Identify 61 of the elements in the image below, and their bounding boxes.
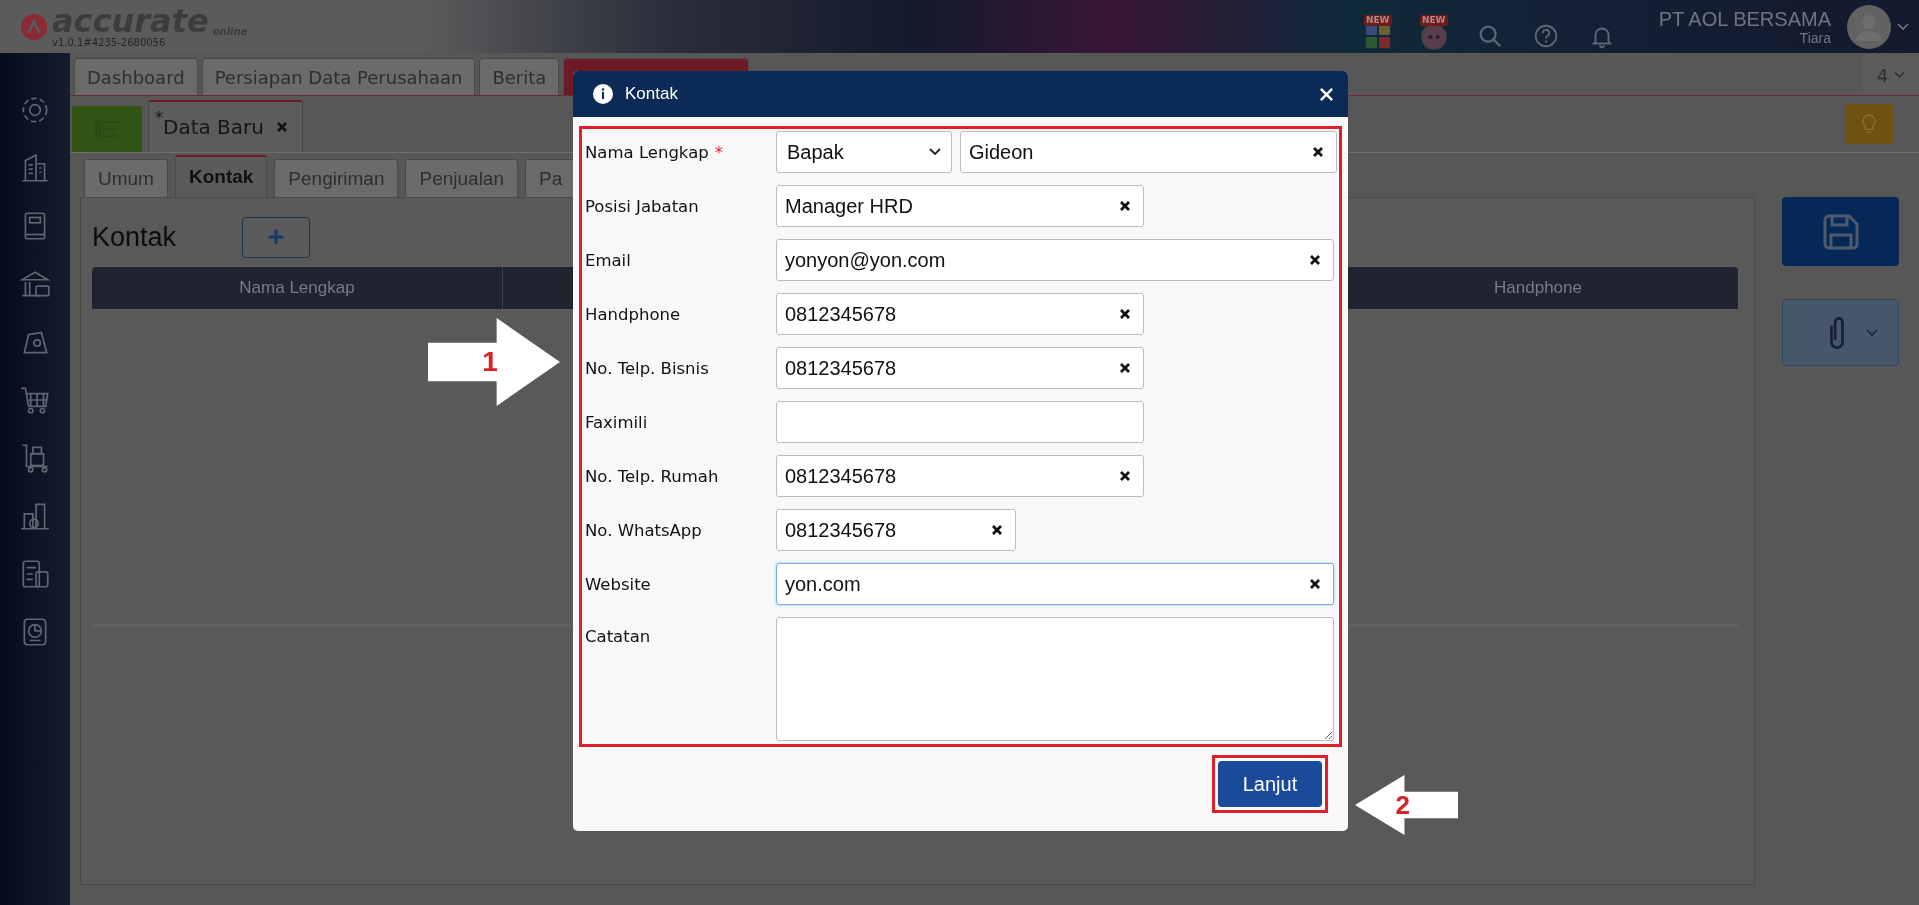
section-tab[interactable]: Umum (84, 159, 168, 197)
new-badge: NEW (1363, 14, 1392, 26)
field-label: Catatan (585, 626, 652, 646)
section-tab[interactable]: Pengiriman (274, 159, 399, 197)
section-tab[interactable]: Penjualan (405, 159, 518, 197)
field-label: Posisi Jabatan (585, 196, 700, 216)
input-field[interactable]: 0812345678 (776, 347, 1144, 389)
attachment-button[interactable] (1782, 299, 1899, 366)
document-tab[interactable]: $^{*}$Data Baru (148, 100, 303, 152)
logo-icon (20, 12, 48, 41)
user-avatar-icon[interactable] (1847, 4, 1891, 49)
field-label: No. Telp. Rumah (585, 466, 720, 486)
save-button[interactable] (1782, 197, 1899, 266)
input-field[interactable] (776, 401, 1144, 443)
header-icon-button[interactable]: NEW (1416, 3, 1451, 50)
clear-icon[interactable] (991, 524, 1003, 536)
section-tab[interactable]: Kontak (174, 155, 268, 197)
field-label: Nama Lengkap * (585, 142, 724, 162)
clear-icon[interactable] (1119, 200, 1131, 212)
panel-title: Kontak (92, 221, 177, 253)
input-field[interactable]: Manager HRD (776, 185, 1144, 227)
clear-icon[interactable] (1119, 362, 1131, 374)
clear-icon[interactable] (1119, 308, 1131, 320)
input-field[interactable]: yon.com (776, 563, 1334, 605)
dialog-title: Kontak (625, 84, 678, 104)
title-select[interactable]: Bapak (776, 131, 952, 173)
field-label: No. WhatsApp (585, 520, 703, 540)
notes-field[interactable] (776, 617, 1334, 741)
field-label: Email (585, 250, 632, 270)
add-button[interactable] (242, 216, 311, 258)
chevron-down-icon (1865, 328, 1878, 337)
field-label: Handphone (585, 304, 682, 324)
user-name: Tiara (1799, 29, 1831, 46)
column-header: Handphone (1493, 278, 1583, 298)
column-header: Nama Lengkap (92, 267, 503, 309)
module-tab[interactable]: Persiapan Data Perusahaan (201, 58, 476, 95)
input-field[interactable]: Gideon (960, 131, 1337, 173)
input-field[interactable]: 0812345678 (776, 293, 1144, 335)
clear-icon[interactable] (1119, 470, 1131, 482)
clear-icon[interactable] (1309, 578, 1321, 590)
required-mark: * (714, 142, 723, 162)
module-tab[interactable]: Dashboard (74, 58, 198, 95)
input-field[interactable]: yonyon@yon.com (776, 239, 1334, 281)
new-badge: NEW (1419, 14, 1448, 26)
field-label: Faximili (585, 412, 649, 432)
info-icon (593, 84, 613, 104)
company-name: PT AOL BERSAMA (1658, 7, 1831, 30)
chevron-down-icon[interactable] (1897, 22, 1909, 31)
plus-icon (267, 228, 286, 246)
field-label: Website (585, 574, 652, 594)
continue-button[interactable]: Lanjut (1218, 761, 1322, 807)
field-label: No. Telp. Bisnis (585, 358, 710, 378)
chevron-down-icon (1894, 71, 1906, 79)
header-icon-button[interactable]: NEW (1360, 3, 1395, 50)
lightbulb-icon (1860, 113, 1878, 135)
input-field[interactable]: 0812345678 (776, 509, 1016, 551)
module-tab[interactable]: Berita (479, 58, 560, 95)
input-field[interactable]: 0812345678 (776, 455, 1144, 497)
clear-icon[interactable] (1312, 146, 1324, 158)
clear-icon[interactable] (1309, 254, 1321, 266)
chevron-down-icon (929, 148, 941, 156)
